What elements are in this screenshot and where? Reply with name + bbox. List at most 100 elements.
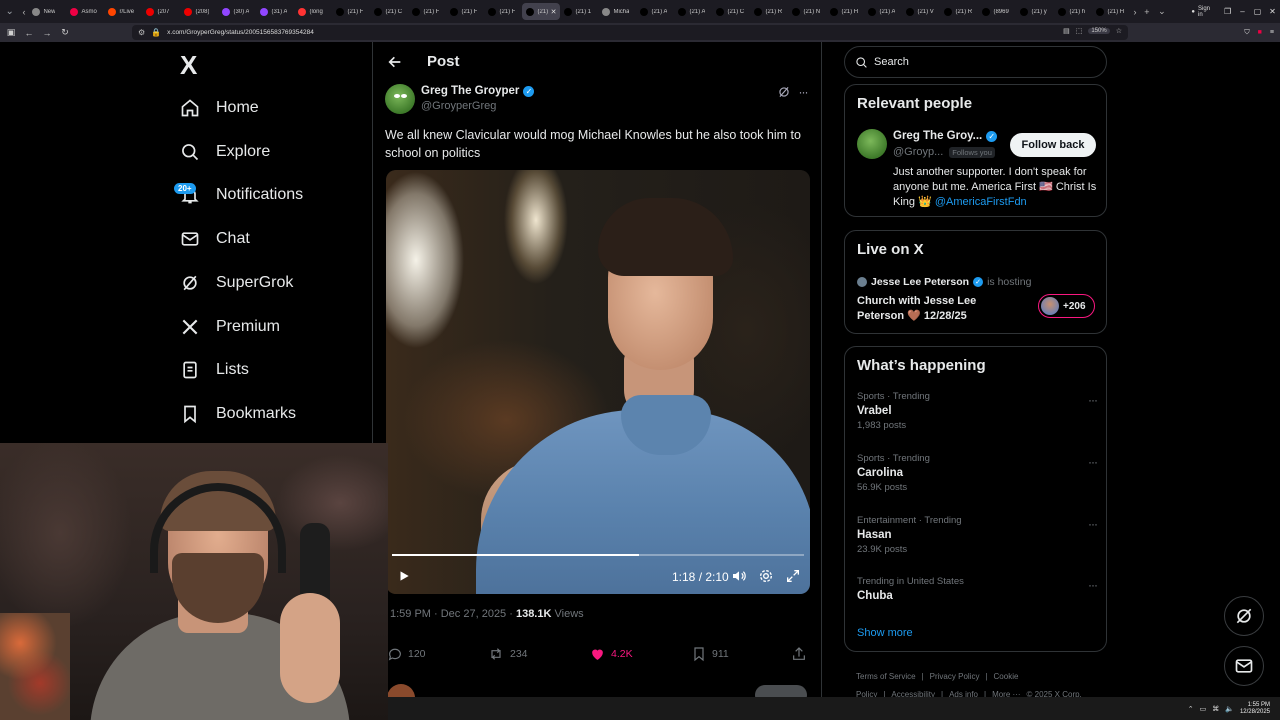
footer-link[interactable]: Privacy Policy [930, 672, 980, 681]
nav-home[interactable]: Home [180, 93, 259, 123]
search-input[interactable]: Search [844, 46, 1107, 78]
browser-tab[interactable]: (21) A [674, 3, 712, 20]
author-avatar[interactable] [385, 84, 415, 114]
post-more-icon[interactable]: ··· [795, 84, 811, 100]
site-info-icon[interactable]: ⚙ [138, 28, 145, 37]
minimize-window-icon[interactable]: – [1235, 7, 1250, 16]
browser-tab[interactable]: (21) H [1092, 3, 1130, 20]
fullscreen-icon[interactable] [785, 568, 801, 584]
browser-tab[interactable]: New [28, 3, 66, 20]
sign-in-button[interactable]: ● Sign in [1191, 6, 1210, 18]
zoom-level[interactable]: 150% [1088, 28, 1110, 34]
relevant-person-avatar[interactable] [857, 129, 887, 159]
video-player[interactable]: 1:18 / 2:10 [386, 170, 810, 594]
forward-icon[interactable]: → [38, 23, 56, 42]
relevant-person-name[interactable]: Greg The Groy... ✓ [893, 130, 998, 142]
author-handle[interactable]: @GroyperGreg [421, 100, 496, 112]
show-more-link[interactable]: Show more [857, 627, 913, 639]
settings-gear-icon[interactable] [758, 568, 774, 584]
nav-chat[interactable]: Chat [180, 224, 250, 254]
browser-tab[interactable]: (21) 1 [560, 3, 598, 20]
browser-tab[interactable]: Micha [598, 3, 636, 20]
share-button[interactable] [791, 644, 807, 664]
browser-tab[interactable]: (21) F [484, 3, 522, 20]
system-clock[interactable]: 1:55 PM 12/28/2025 [1240, 702, 1270, 716]
shield-icon[interactable]: ⛉ [1244, 29, 1249, 37]
close-window-icon[interactable]: ✕ [1265, 7, 1280, 16]
browser-tab[interactable]: (8969 [978, 3, 1016, 20]
nav-notifications[interactable]: 20+ Notifications [174, 180, 303, 210]
new-tab-icon[interactable]: + [1139, 0, 1154, 23]
tab-close-icon[interactable]: ✕ [551, 8, 557, 16]
browser-tab[interactable]: (21) F [408, 3, 446, 20]
browser-tab[interactable]: (21) A [864, 3, 902, 20]
trend-more-icon[interactable]: ··· [1088, 578, 1098, 592]
bookmark-button[interactable]: 911 [691, 644, 729, 664]
post-timestamp[interactable]: 1:59 PM · Dec 27, 2025 · [390, 608, 516, 620]
menu-icon[interactable]: ≡ [1270, 29, 1274, 36]
play-icon[interactable] [396, 568, 412, 584]
browser-tab[interactable]: (21) R [940, 3, 978, 20]
back-icon[interactable]: ← [20, 23, 38, 42]
nav-premium[interactable]: Premium [180, 312, 280, 342]
tab-scroll-right-icon[interactable]: › [1130, 0, 1139, 23]
grok-floating-button[interactable] [1224, 596, 1264, 636]
follow-back-button[interactable]: Follow back [1010, 133, 1096, 157]
extension-red-icon[interactable]: ■ [1258, 29, 1262, 36]
reply-button[interactable]: 120 [387, 644, 426, 664]
reader-view-icon[interactable]: ▤ [1063, 27, 1070, 35]
reload-icon[interactable]: ↻ [56, 23, 74, 42]
browser-tab[interactable]: (21) V [902, 3, 940, 20]
browser-tab[interactable]: (21) F [332, 3, 370, 20]
browser-tab[interactable]: (21) R [750, 3, 788, 20]
bookmark-star-icon[interactable]: ☆ [1116, 27, 1122, 35]
browser-tab[interactable]: (21) y [1016, 3, 1054, 20]
volume-icon[interactable] [731, 568, 747, 584]
maximize-window-icon[interactable]: ▢ [1250, 7, 1265, 16]
x-logo[interactable]: X [180, 52, 197, 78]
screenshot-icon[interactable]: ⬚ [1076, 27, 1083, 35]
browser-tab[interactable]: (21) F [446, 3, 484, 20]
back-arrow-icon[interactable] [385, 52, 405, 72]
trend-more-icon[interactable]: ··· [1088, 455, 1098, 469]
footer-link[interactable]: Terms of Service [856, 672, 916, 681]
repost-button[interactable]: 234 [487, 644, 528, 664]
trend-item[interactable]: Entertainment · Trending Hasan 23.9K pos… [857, 515, 1098, 559]
trend-item[interactable]: Sports · Trending Vrabel 1,983 posts ··· [857, 391, 1098, 435]
tab-list-icon[interactable]: ⌄ [0, 0, 19, 23]
browser-tab[interactable]: (207 [142, 3, 180, 20]
nav-lists[interactable]: Lists [180, 355, 249, 385]
browser-tab[interactable]: (21) C [712, 3, 750, 20]
trend-item[interactable]: Sports · Trending Carolina 56.9K posts ·… [857, 453, 1098, 497]
trend-item[interactable]: Trending in United States Chuba ··· [857, 576, 1098, 620]
nav-supergrok[interactable]: SuperGrok [180, 268, 293, 298]
tray-display-icon[interactable]: ▭ [1200, 705, 1207, 713]
reply-button-pill[interactable] [755, 685, 807, 697]
live-host[interactable]: Jesse Lee Peterson ✓ is hosting [857, 276, 1031, 288]
browser-tab[interactable]: (21) A [636, 3, 674, 20]
extensions-icon[interactable]: ❐ [1220, 7, 1235, 16]
grok-explain-icon[interactable] [776, 84, 792, 100]
trend-more-icon[interactable]: ··· [1088, 517, 1098, 531]
sidebar-toggle-icon[interactable]: ▣ [2, 23, 20, 42]
address-bar[interactable]: ⚙ 🔒 x.com/GroyperGreg/status/20051565837… [132, 25, 1128, 40]
browser-tab[interactable]: (21) H [826, 3, 864, 20]
browser-tab[interactable]: Asmo [66, 3, 104, 20]
nav-bookmarks[interactable]: Bookmarks [180, 399, 296, 429]
browser-tab[interactable]: (21) C [370, 3, 408, 20]
browser-tab[interactable]: (21) N [788, 3, 826, 20]
browser-tab[interactable]: (21) A✕ [522, 3, 561, 20]
back-tab-icon[interactable]: ‹ [19, 0, 28, 23]
live-space-title[interactable]: Church with Jesse Lee Peterson 🤎 12/28/2… [857, 294, 1007, 324]
browser-tab[interactable]: (208) [180, 3, 218, 20]
browser-tab[interactable]: (long [294, 3, 332, 20]
live-listeners-badge[interactable]: +206 [1038, 294, 1095, 318]
browser-tab[interactable]: (31) A [256, 3, 294, 20]
nav-explore[interactable]: Explore [180, 137, 270, 167]
messages-floating-button[interactable] [1224, 646, 1264, 686]
tab-menu-chevron-icon[interactable]: ⌄ [1154, 0, 1169, 23]
tray-chevron-icon[interactable]: ⌃ [1188, 705, 1194, 713]
bio-mention-link[interactable]: @AmericaFirstFdn [935, 196, 1027, 208]
browser-tab[interactable]: (21) h [1054, 3, 1092, 20]
browser-tab[interactable]: (30) A [218, 3, 256, 20]
